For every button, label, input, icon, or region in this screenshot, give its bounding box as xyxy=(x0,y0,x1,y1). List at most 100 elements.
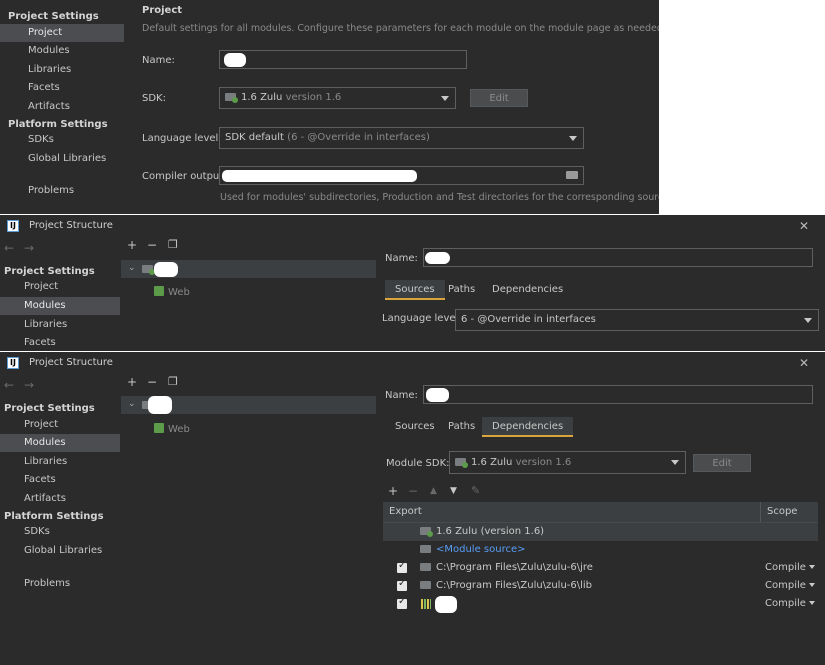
language-level-label: Language level: xyxy=(382,313,462,324)
module-sdk-edit-button[interactable]: Edit xyxy=(693,454,751,472)
scope-dropdown[interactable]: Compile xyxy=(765,562,815,573)
project-settings-panel: Project Settings Project Modules Librari… xyxy=(0,0,659,214)
col-export[interactable]: Export xyxy=(389,506,422,517)
web-label: Web xyxy=(168,287,190,298)
table-row[interactable]: C:\Program Files\Zulu\zulu-6\lib Compile xyxy=(383,577,818,595)
forward-arrow-icon[interactable]: → xyxy=(24,378,34,392)
tab-paths[interactable]: Paths xyxy=(438,280,485,300)
sidebar-item-facets[interactable]: Facets xyxy=(0,471,120,489)
sidebar-item-project[interactable]: Project xyxy=(0,278,120,296)
sidebar-item-modules[interactable]: Modules xyxy=(0,297,120,315)
name-field[interactable] xyxy=(219,50,467,69)
web-facet-icon xyxy=(154,286,164,296)
sidebar-item-facets[interactable]: Facets xyxy=(0,79,120,97)
move-up-icon[interactable]: ▲ xyxy=(430,486,437,496)
project-structure-window-modules-sources: IJ Project Structure ✕ ← → Project Setti… xyxy=(0,215,825,351)
browse-folder-icon[interactable] xyxy=(566,171,578,179)
scope-dropdown[interactable]: Compile xyxy=(765,598,815,609)
export-checkbox[interactable] xyxy=(397,596,407,609)
tab-paths[interactable]: Paths xyxy=(438,417,485,437)
edit-pencil-icon[interactable]: ✎ xyxy=(471,484,480,497)
table-row[interactable]: C:\Program Files\Zulu\zulu-6\jre Compile xyxy=(383,559,818,577)
remove-dependency-icon[interactable]: − xyxy=(408,484,418,498)
compiler-output-field[interactable] xyxy=(219,166,584,185)
chevron-down-icon xyxy=(808,565,815,569)
row-label-cell: 1.6 Zulu (version 1.6) xyxy=(420,526,544,537)
module-name-field[interactable] xyxy=(423,385,813,404)
forward-arrow-icon[interactable]: → xyxy=(24,241,34,255)
compiler-output-note: Used for modules' subdirectories, Produc… xyxy=(220,192,659,203)
back-arrow-icon[interactable]: ← xyxy=(4,378,14,392)
intellij-icon: IJ xyxy=(7,220,19,232)
copy-icon[interactable]: ❐ xyxy=(168,238,178,251)
move-down-icon[interactable]: ▼ xyxy=(450,486,457,496)
close-icon[interactable]: ✕ xyxy=(799,352,809,374)
tab-sources[interactable]: Sources xyxy=(385,280,445,300)
compiler-output-label: Compiler output: xyxy=(142,171,227,182)
language-level-combo[interactable]: SDK default (6 - @Override in interfaces… xyxy=(219,127,584,149)
sdk-label: SDK: xyxy=(142,93,166,104)
tab-sources[interactable]: Sources xyxy=(385,417,445,437)
row-label: 1.6 Zulu (version 1.6) xyxy=(436,526,545,537)
module-sdk-version: version 1.6 xyxy=(515,457,572,468)
tree-row-web[interactable]: Web xyxy=(154,423,190,435)
sidebar-item-artifacts[interactable]: Artifacts xyxy=(0,490,120,508)
scope-dropdown[interactable]: Compile xyxy=(765,580,815,591)
sidebar-item-libraries[interactable]: Libraries xyxy=(0,316,120,334)
row-label-cell: C:\Program Files\Zulu\zulu-6\lib xyxy=(420,580,592,591)
table-row[interactable]: Compile xyxy=(383,595,818,613)
module-name-field[interactable] xyxy=(423,248,813,267)
tab-dependencies[interactable]: Dependencies xyxy=(482,417,574,437)
web-facet-icon xyxy=(154,423,164,433)
tree-row-module[interactable]: ⌄ xyxy=(121,396,376,414)
chevron-down-icon[interactable]: ⌄ xyxy=(128,263,136,273)
table-row[interactable]: 1.6 Zulu (version 1.6) xyxy=(383,523,818,541)
tab-dependencies[interactable]: Dependencies xyxy=(482,280,573,300)
sidebar-item-global-libraries[interactable]: Global Libraries xyxy=(0,542,120,560)
sidebar-item-libraries[interactable]: Libraries xyxy=(0,453,120,471)
export-checkbox[interactable] xyxy=(397,560,407,573)
col-divider xyxy=(760,502,761,522)
language-level-value: 6 - @Override in interfaces xyxy=(461,314,596,325)
language-level-combo[interactable]: 6 - @Override in interfaces xyxy=(455,309,819,331)
sdk-edit-button[interactable]: Edit xyxy=(470,89,528,107)
sidebar-item-problems[interactable]: Problems xyxy=(0,575,120,593)
name-label: Name: xyxy=(385,390,418,401)
module-sdk-combo[interactable]: 1.6 Zulu version 1.6 xyxy=(449,451,686,474)
sidebar-item-project[interactable]: Project xyxy=(0,24,124,42)
chevron-down-icon[interactable]: ⌄ xyxy=(128,399,136,409)
language-level-value: SDK default xyxy=(225,132,284,143)
tree-row-web[interactable]: Web xyxy=(154,286,190,298)
close-icon[interactable]: ✕ xyxy=(799,215,809,237)
project-settings-header: Project Settings xyxy=(4,403,95,414)
window-title: Project Structure xyxy=(29,357,113,368)
sidebar-item-global-libraries[interactable]: Global Libraries xyxy=(0,150,120,168)
sdk-combo[interactable]: 1.6 Zulu version 1.6 xyxy=(219,87,456,109)
sidebar-item-sdks[interactable]: SDKs xyxy=(0,131,120,149)
sdk-folder-icon xyxy=(420,527,433,537)
scope-value: Compile xyxy=(765,562,806,573)
row-label-cell: <Module source> xyxy=(420,544,526,555)
sdk-version: version 1.6 xyxy=(285,92,342,103)
sidebar-item-facets[interactable]: Facets xyxy=(0,334,120,351)
sidebar-item-modules[interactable]: Modules xyxy=(0,42,120,60)
remove-icon[interactable]: − xyxy=(147,375,157,389)
add-icon[interactable]: + xyxy=(127,238,137,252)
sidebar-item-project[interactable]: Project xyxy=(0,416,120,434)
copy-icon[interactable]: ❐ xyxy=(168,375,178,388)
add-dependency-icon[interactable]: + xyxy=(388,484,398,498)
sidebar-item-artifacts[interactable]: Artifacts xyxy=(0,98,120,116)
add-icon[interactable]: + xyxy=(127,375,137,389)
sidebar-item-problems[interactable]: Problems xyxy=(0,182,120,200)
sidebar-item-libraries[interactable]: Libraries xyxy=(0,61,120,79)
sidebar-item-modules[interactable]: Modules xyxy=(0,434,120,452)
chevron-down-icon xyxy=(808,583,815,587)
col-scope[interactable]: Scope xyxy=(767,506,797,517)
export-checkbox[interactable] xyxy=(397,578,407,591)
table-row[interactable]: <Module source> xyxy=(383,541,818,559)
remove-icon[interactable]: − xyxy=(147,238,157,252)
dependencies-table-header: Export Scope xyxy=(383,502,818,523)
tree-row-module[interactable]: ⌄ xyxy=(121,260,376,278)
back-arrow-icon[interactable]: ← xyxy=(4,241,14,255)
sidebar-item-sdks[interactable]: SDKs xyxy=(0,523,120,541)
